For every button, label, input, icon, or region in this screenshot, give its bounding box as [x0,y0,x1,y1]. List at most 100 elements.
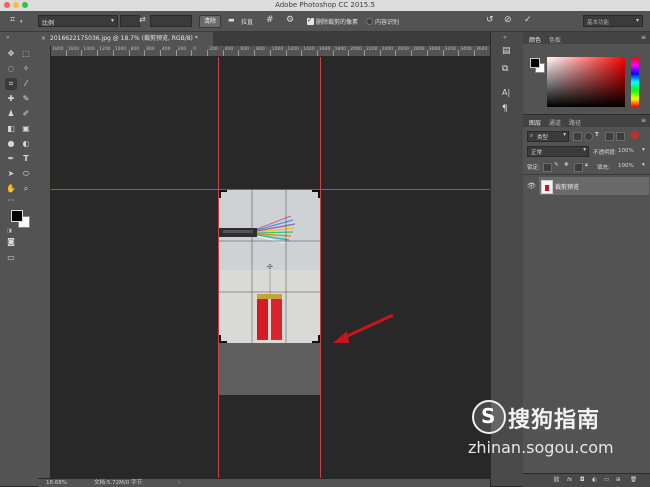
filter-smart-object-icon[interactable] [616,132,625,141]
straighten-label[interactable]: 拉直 [241,17,253,26]
blur-tool-icon[interactable]: ● [5,138,17,150]
layer-style-fx-icon[interactable]: fx [567,477,572,483]
reset-crop-icon[interactable]: ↺ [486,15,494,25]
filter-toggle-icon[interactable] [631,131,639,139]
swap-dimensions-icon[interactable]: ⇄ [139,15,146,24]
color-panel-menu-icon[interactable]: ≡ [641,34,646,41]
ellipse-tool-icon[interactable]: ⬭ [20,168,32,180]
filter-adjustment-icon[interactable] [584,132,593,141]
pen-tool-icon[interactable]: ✒ [5,153,17,165]
lock-transparent-icon[interactable] [543,163,552,172]
character-panel-icon[interactable]: A| [502,88,510,97]
path-selection-tool-icon[interactable]: ➤ [5,168,17,180]
eyedropper-tool-icon[interactable]: ⁄ [20,78,32,90]
history-panel-icon[interactable]: ▤ [502,46,511,56]
ratio-width-input[interactable] [120,15,140,27]
layer-row[interactable]: 裁剪预览 [539,177,649,195]
vertical-ruler[interactable] [38,46,51,478]
clear-button[interactable]: 清除 [199,15,221,28]
screen-mode-icon[interactable]: ▭ [5,252,17,264]
ruler-tick-label: 1800 [334,47,347,52]
ruler-tick-label: 1000 [271,47,284,52]
channels-tab[interactable]: 通道 [549,118,561,127]
delete-layer-icon[interactable]: 🗑︎ [630,477,637,483]
history-brush-tool-icon[interactable]: ✐ [20,108,32,120]
hue-slider[interactable] [631,57,639,107]
more-tools-icon[interactable]: ··· [5,195,17,207]
paragraph-panel-icon[interactable]: ¶ [502,104,508,114]
ruler-tick-mark [238,50,240,56]
crop-options-gear-icon[interactable]: ⚙ [286,15,294,25]
type-tool-icon[interactable]: T [20,153,32,165]
preset-dropdown-arrow-icon[interactable]: ▾ [20,19,23,25]
layer-filter-select[interactable]: ⌕ 类型 ▾ [527,131,569,142]
new-group-icon[interactable]: ▭ [604,477,609,483]
content-aware-checkbox[interactable] [366,18,373,25]
layers-tab[interactable]: 图层 [529,118,541,127]
color-picker-field[interactable] [547,57,625,107]
swatches-tab[interactable]: 色板 [549,35,561,44]
overlay-grid-icon[interactable]: # [266,15,274,25]
ruler-tick-label: 3200 [444,47,456,52]
zoom-tool-icon[interactable]: ⌕ [20,183,32,195]
ruler-tick-label: 1600 [318,47,331,52]
move-tool-icon[interactable]: ✥ [5,48,17,60]
layers-panel-menu-icon[interactable]: ≡ [641,117,646,124]
lasso-tool-icon[interactable]: ◌ [5,63,17,75]
marquee-tool-icon[interactable]: ⬚ [20,48,32,60]
adjustment-layer-icon[interactable]: ◐ [592,477,597,483]
lock-position-icon[interactable]: ✥ [564,162,569,168]
layer-name[interactable]: 裁剪预览 [555,182,579,191]
workspace-select[interactable]: 基本功能 ▾ [583,15,643,27]
default-colors-icon[interactable]: ◨ [7,228,12,234]
crop-tool-preset-icon[interactable]: ⌗ [10,15,15,25]
options-bar: ⌗ ▾ 比例 ▾ ⇄ 清除 ▬ 拉直 # ⚙ 删除裁剪的像素 内容识别 ↺ ⊘ … [0,11,650,32]
sogou-logo-icon: S [472,400,506,434]
cancel-crop-icon[interactable]: ⊘ [504,15,512,25]
filter-shape-icon[interactable] [605,132,614,141]
ruler-tick-mark [411,50,413,56]
clone-stamp-tool-icon[interactable]: ♟ [5,108,17,120]
lock-image-icon[interactable]: ✎ [554,162,559,168]
canvas-area[interactable]: ✣ [51,57,490,478]
crop-preview-image[interactable]: ✣ [219,190,320,343]
ruler-tick-label: 1200 [99,47,111,52]
commit-crop-icon[interactable]: ✓ [524,15,532,25]
collapse-dock-icon[interactable]: « [503,34,507,41]
hand-tool-icon[interactable]: ✋ [5,183,17,195]
lock-all-icon[interactable]: 🔒︎ [585,162,588,169]
dodge-tool-icon[interactable]: ◐ [20,138,32,150]
eraser-tool-icon[interactable]: ◧ [5,123,17,135]
document-tab[interactable]: × 20166221750​36.jpg @ 18.7% (裁剪预览, RGB/… [38,32,213,46]
color-tab[interactable]: 颜色 [529,35,541,44]
filter-type-icon[interactable]: T [595,132,599,138]
filter-pixel-icon[interactable] [573,132,582,141]
close-tab-icon[interactable]: × [41,32,46,46]
new-layer-icon[interactable]: ⊞ [616,477,621,483]
fill-chevron-down-icon[interactable]: ▾ [642,162,645,168]
gradient-tool-icon[interactable]: ▣ [20,123,32,135]
delete-cropped-pixels-checkbox[interactable] [307,16,314,25]
opacity-value[interactable]: 100% [618,148,634,154]
add-mask-icon[interactable]: ◘ [580,477,584,483]
paths-tab[interactable]: 路径 [569,118,581,127]
ratio-select[interactable]: 比例 ▾ [38,15,118,27]
straighten-ruler-icon[interactable]: ▬ [228,16,235,24]
magic-wand-tool-icon[interactable]: ✧ [20,63,32,75]
properties-panel-icon[interactable]: ⧉ [502,64,508,74]
blend-mode-select[interactable]: 正常 ▾ [527,146,589,157]
ruler-tick-mark [97,50,99,56]
quick-mask-icon[interactable]: ◙ [5,236,17,248]
ruler-tick-mark [442,50,444,56]
fill-value[interactable]: 100% [618,163,634,169]
link-layers-icon[interactable]: ⛓︎ [553,477,560,483]
lock-artboard-icon[interactable] [574,163,583,172]
brush-tool-icon[interactable]: ✎ [20,93,32,105]
ratio-height-input[interactable] [150,15,192,27]
collapse-panel-icon[interactable]: » [6,34,10,41]
healing-brush-tool-icon[interactable]: ✚ [5,93,17,105]
crop-tool-icon[interactable]: ⌗ [5,78,17,90]
horizontal-ruler[interactable]: 1800 1600 1400 1200 1000 800 600 400 200 0 200 400 6… [50,46,490,57]
layer-visibility-eye-icon[interactable]: 👁︎ [527,182,536,190]
opacity-chevron-down-icon[interactable]: ▾ [642,147,645,153]
